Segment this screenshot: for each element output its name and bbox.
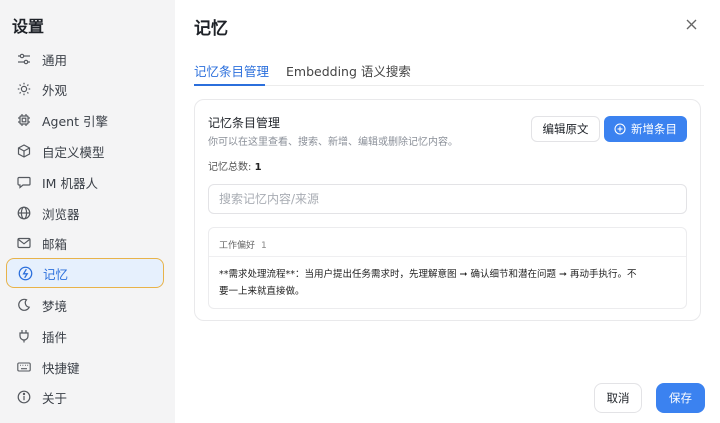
settings-sidebar: 设置 通用 外观 Agent 引擎 自定义模型 IM 机器人 浏览器 邮箱 记忆… bbox=[0, 0, 175, 423]
keyboard-icon bbox=[16, 359, 32, 375]
plug-icon bbox=[16, 328, 32, 344]
sidebar-item-about[interactable]: 关于 bbox=[6, 382, 164, 412]
sidebar-item-appearance[interactable]: 外观 bbox=[6, 74, 164, 104]
sidebar-item-label: Agent 引擎 bbox=[42, 113, 108, 129]
sidebar-item-label: IM 机器人 bbox=[42, 175, 98, 191]
settings-main-panel: 记忆 记忆条目管理 Embedding 语义搜索 记忆条目管理 你可以在这里查看… bbox=[175, 0, 720, 423]
edit-raw-button[interactable]: 编辑原文 bbox=[531, 116, 600, 142]
chip-icon bbox=[16, 112, 32, 128]
sidebar-item-general[interactable]: 通用 bbox=[6, 44, 164, 74]
cube-icon bbox=[16, 143, 32, 159]
sidebar-item-label: 通用 bbox=[42, 52, 68, 68]
chat-bubble-icon bbox=[16, 174, 32, 190]
card-description: 你可以在这里查看、搜索、新增、编辑或删除记忆内容。 bbox=[208, 137, 458, 148]
memory-management-card: 记忆条目管理 你可以在这里查看、搜索、新增、编辑或删除记忆内容。 编辑原文 新增… bbox=[194, 99, 701, 321]
sidebar-item-browser[interactable]: 浏览器 bbox=[6, 198, 164, 228]
tab-bar: 记忆条目管理 Embedding 语义搜索 bbox=[194, 58, 704, 86]
memory-count-label: 记忆总数: bbox=[208, 162, 252, 173]
tab-embedding-search[interactable]: Embedding 语义搜索 bbox=[286, 61, 411, 80]
memory-search-input[interactable] bbox=[208, 184, 687, 214]
sliders-icon bbox=[16, 51, 32, 67]
memory-entry-count: 1 bbox=[261, 241, 267, 251]
sidebar-item-label: 梦境 bbox=[42, 298, 68, 314]
tab-memory-entries[interactable]: 记忆条目管理 bbox=[194, 61, 269, 80]
sidebar-item-label: 记忆 bbox=[43, 266, 69, 282]
sidebar-item-dream[interactable]: 梦境 bbox=[6, 290, 164, 320]
sidebar-item-mail[interactable]: 邮箱 bbox=[6, 228, 164, 258]
sidebar-item-label: 自定义模型 bbox=[42, 144, 105, 160]
sidebar-item-label: 插件 bbox=[42, 329, 68, 345]
memory-count-value: 1 bbox=[254, 162, 262, 173]
sidebar-item-memory[interactable]: 记忆 bbox=[6, 258, 164, 288]
moon-icon bbox=[16, 297, 32, 313]
info-icon bbox=[16, 389, 32, 405]
sidebar-item-label: 快捷键 bbox=[42, 360, 80, 376]
cancel-button[interactable]: 取消 bbox=[594, 383, 642, 413]
sidebar-item-label: 外观 bbox=[42, 82, 68, 98]
close-icon bbox=[686, 15, 697, 34]
sidebar-item-custom-model[interactable]: 自定义模型 bbox=[6, 136, 164, 166]
sun-icon bbox=[16, 81, 32, 97]
sidebar-item-plugins[interactable]: 插件 bbox=[6, 321, 164, 351]
memory-entry[interactable]: 工作偏好 1 **需求处理流程**：当用户提出任务需求时，先理解意图 ➞ 确认细节… bbox=[208, 227, 687, 309]
plus-circle-icon bbox=[614, 123, 626, 135]
brain-icon bbox=[17, 265, 33, 281]
memory-entry-category: 工作偏好 bbox=[219, 241, 256, 251]
memory-count: 记忆总数: 1 bbox=[208, 158, 262, 173]
sidebar-item-agent-engine[interactable]: Agent 引擎 bbox=[6, 105, 164, 135]
sidebar-item-im-bot[interactable]: IM 机器人 bbox=[6, 167, 164, 197]
globe-icon bbox=[16, 205, 32, 221]
sidebar-item-label: 关于 bbox=[42, 390, 68, 406]
sidebar-item-label: 浏览器 bbox=[42, 206, 80, 222]
active-tab-indicator bbox=[194, 84, 265, 86]
memory-entry-header: 工作偏好 1 bbox=[209, 228, 686, 257]
add-entry-button[interactable]: 新增条目 bbox=[604, 116, 687, 142]
card-title: 记忆条目管理 bbox=[208, 116, 281, 130]
sidebar-title: 设置 bbox=[12, 17, 45, 36]
page-title: 记忆 bbox=[194, 19, 228, 39]
close-button[interactable] bbox=[683, 16, 699, 32]
save-button[interactable]: 保存 bbox=[656, 383, 705, 413]
memory-entry-text: **需求处理流程**：当用户提出任务需求时，先理解意图 ➞ 确认细节和潜在问题 … bbox=[219, 269, 637, 297]
mail-icon bbox=[16, 235, 32, 251]
sidebar-item-label: 邮箱 bbox=[42, 236, 68, 252]
sidebar-item-shortcuts[interactable]: 快捷键 bbox=[6, 352, 164, 382]
add-entry-label: 新增条目 bbox=[631, 122, 677, 136]
